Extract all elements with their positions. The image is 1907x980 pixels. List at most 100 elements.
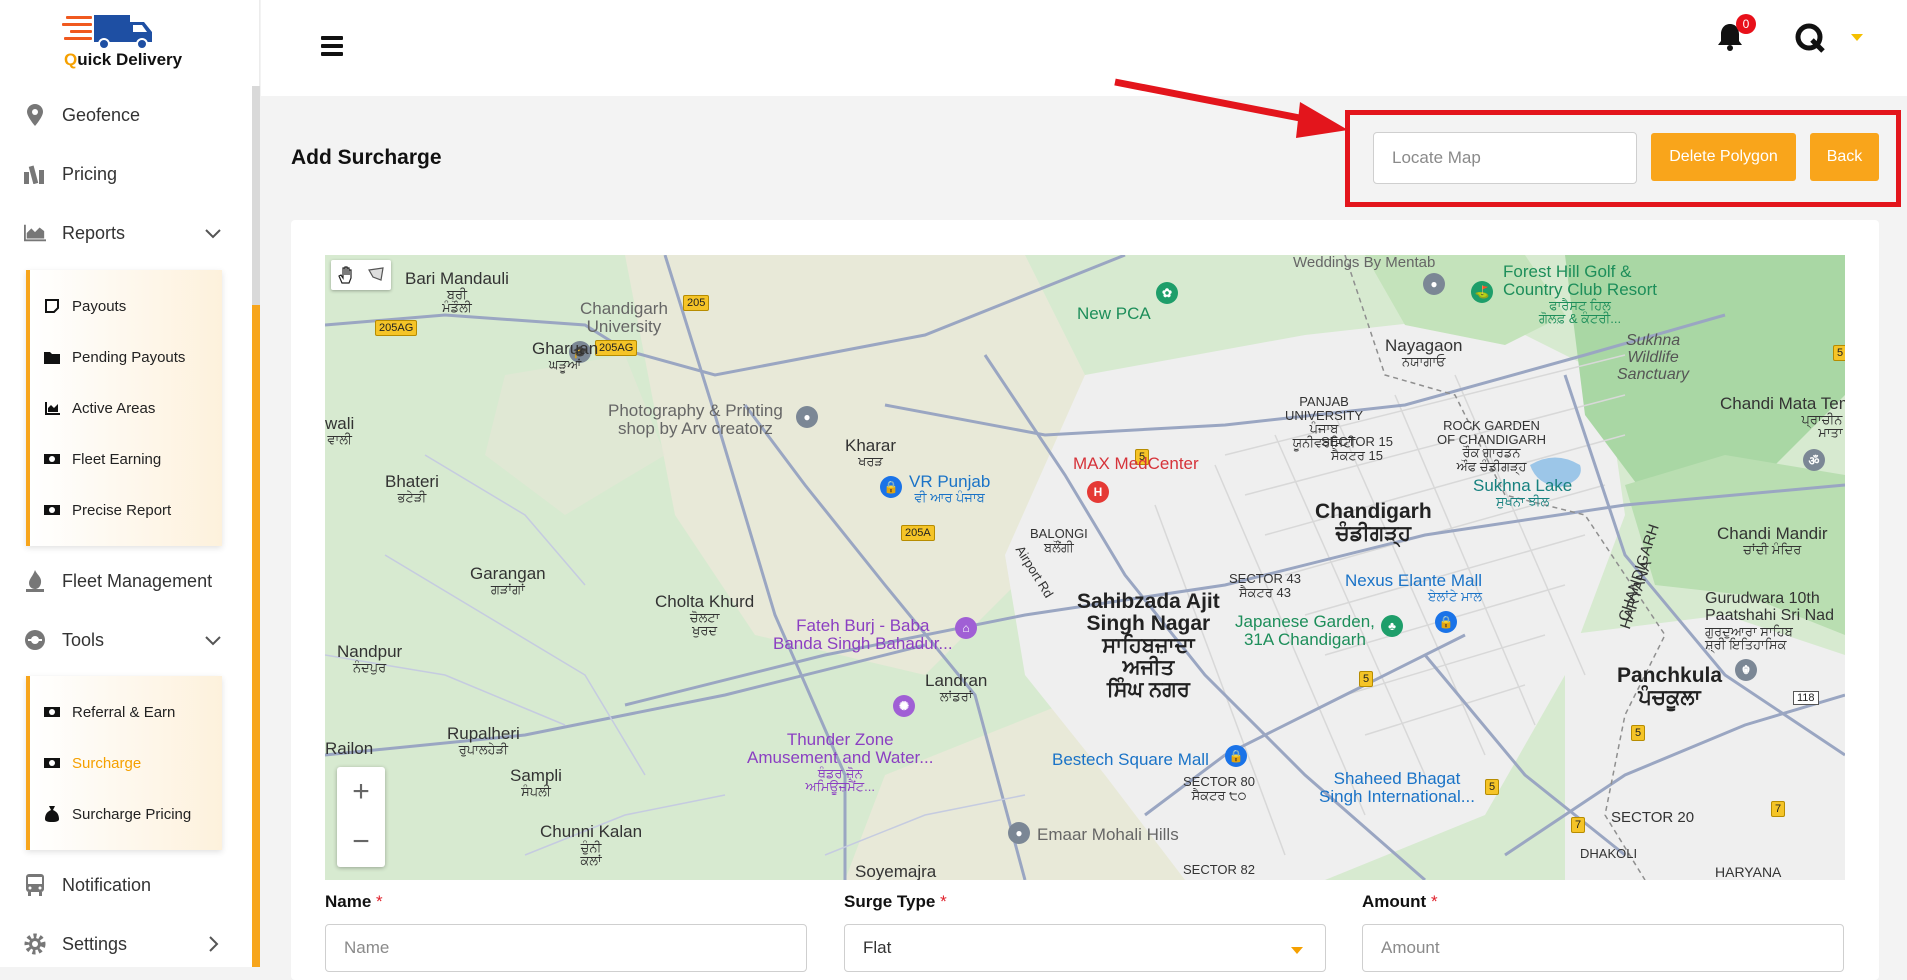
map-label: Bestech Square Mall	[1052, 750, 1209, 769]
map-label: Shaheed Bhagat Singh International...	[1319, 769, 1475, 806]
map-label: Landran ਲਾਂਡਰਾਂ	[925, 671, 988, 704]
map-label: Chandigarh ਚੰਡੀਗੜ੍ਹ	[1315, 500, 1432, 546]
map-label: HARYANA	[1715, 864, 1782, 880]
folder-icon	[44, 349, 60, 365]
map-label: Photography & Printing shop by Arv creat…	[608, 401, 783, 438]
golf-pin-icon[interactable]: ⛳	[1471, 281, 1493, 303]
map-label: Chandi Mandir ਚਾਂਦੀ ਮੰਦਿਰ	[1717, 524, 1828, 557]
nav-label: Pricing	[62, 163, 118, 184]
map-label: MAX MedCenter	[1073, 454, 1199, 473]
zoom-out-button[interactable]: −	[337, 817, 385, 867]
map-label: Sukhna Wildlife Sanctuary	[1617, 332, 1690, 383]
surge-type-label: Surge Type *	[844, 892, 947, 911]
submenu-precise-report[interactable]: Precise Report	[44, 498, 171, 522]
map-label: Nayagaon ਨਯਾਗਾਓ	[1385, 336, 1463, 369]
map-label: Weddings By Mentab	[1293, 255, 1436, 271]
avatar[interactable]	[1794, 22, 1826, 54]
page-title: Add Surcharge	[291, 146, 442, 169]
map-label: New PCA	[1077, 304, 1151, 323]
map-label: Chunni Kalan ਚੁੰਨੀ ਕਲਾਂ	[540, 822, 643, 869]
poi-pin-icon[interactable]: ●	[1423, 273, 1445, 295]
map-label: SECTOR 82	[1183, 862, 1256, 877]
nav-fleet-management[interactable]: Fleet Management	[0, 558, 250, 604]
submenu-surcharge-pricing[interactable]: Surcharge Pricing	[44, 802, 191, 826]
profile-dropdown-caret-icon[interactable]	[1851, 34, 1863, 41]
nav-reports[interactable]: Reports	[0, 210, 250, 256]
nav-tools[interactable]: Tools	[0, 617, 250, 663]
road-shield: 205	[683, 295, 710, 311]
map-label: Railon	[325, 739, 374, 758]
topbar: 0	[261, 0, 1907, 96]
temple-pin-icon[interactable]: ॐ	[1803, 449, 1825, 471]
surge-type-select[interactable]: Flat	[844, 924, 1326, 972]
poi-pin-icon[interactable]: ●	[1008, 822, 1030, 844]
map-label: VR Punjab ਵੀ ਆਰ ਪੰਜਾਬ	[909, 472, 991, 505]
chart-area-icon	[24, 222, 46, 244]
road-shield: 5	[1631, 725, 1646, 741]
amusement-pin-icon[interactable]: ✺	[893, 695, 915, 717]
map-label: Fateh Burj - Baba Banda Singh Bahadur...	[773, 616, 953, 653]
map-drawing-toolbar	[331, 260, 391, 290]
park-pin-icon[interactable]: ♣	[1381, 615, 1403, 637]
submenu-surcharge[interactable]: Surcharge	[44, 751, 141, 775]
money-icon	[44, 704, 60, 720]
road-shield: 5	[1833, 345, 1845, 361]
hand-pan-icon[interactable]	[331, 260, 361, 290]
road-shield: 7	[1771, 801, 1786, 817]
hamburger-menu-icon[interactable]	[321, 36, 343, 56]
nav-notification[interactable]: Notification	[0, 862, 250, 908]
map-label: Nandpur ਨੰਦਪੁਰ	[337, 642, 403, 675]
amount-input[interactable]	[1362, 924, 1844, 972]
fleet-icon	[24, 570, 46, 592]
submenu-referral-earn[interactable]: Referral & Earn	[44, 700, 175, 724]
map-label: Bari Mandauli ਬਰੀ ਮੰਡੌਲੀ	[405, 269, 509, 316]
gurudwara-pin-icon[interactable]: ☬	[1735, 659, 1757, 681]
map-label: Cholta Khurd ਚੋਲਟਾ ਖੁਰਦ	[655, 592, 755, 639]
map-label: Sahibzada Ajit Singh Nagar ਸਾਹਿਬਜ਼ਾਦਾ ਅਜੀ…	[1077, 590, 1220, 702]
submenu-pending-payouts[interactable]: Pending Payouts	[44, 345, 185, 369]
chart-icon	[44, 400, 60, 416]
location-pin-icon	[24, 104, 46, 126]
hospital-pin-icon[interactable]: H	[1087, 481, 1109, 503]
name-input[interactable]	[325, 924, 807, 972]
sports-pin-icon[interactable]: ✿	[1156, 282, 1178, 304]
shopping-pin-icon[interactable]: 🔒	[880, 476, 902, 498]
map-label: ROCK GARDEN OF CHANDIGARH ਰੌਕ ਗਾਰਡਨ ਔਫ ਚੰ…	[1437, 418, 1547, 474]
submenu-payouts[interactable]: Payouts	[44, 294, 126, 318]
map-label: Forest Hill Golf & Country Club Resort ਫਾ…	[1503, 262, 1658, 327]
road-shield: 5	[1359, 671, 1374, 687]
chevron-down-icon[interactable]	[204, 224, 222, 242]
zoom-in-button[interactable]: +	[337, 767, 385, 817]
tools-submenu: Referral & Earn Surcharge Surcharge Pric…	[26, 676, 222, 850]
monument-pin-icon[interactable]: ⌂	[955, 617, 977, 639]
nav-label: Reports	[62, 222, 126, 243]
map-label: Chandi Mata Templeਪ੍ਰਾਚੀਨ ਚਣਡੀ ਮਾਤਾ ਮੰਦਿ…	[1720, 394, 1845, 441]
reports-submenu: Payouts Pending Payouts Active Areas Fle…	[26, 270, 222, 546]
chevron-down-icon[interactable]	[204, 631, 222, 649]
poi-pin-icon[interactable]: ●	[796, 406, 818, 428]
nav-pricing[interactable]: Pricing	[0, 151, 250, 197]
app-logo[interactable]: Quick Delivery	[60, 10, 200, 74]
map-label: BALONGI ਬਲੌਂਗੀ	[1030, 526, 1088, 555]
chevron-right-icon[interactable]	[204, 935, 222, 953]
pricing-icon	[24, 163, 46, 185]
polygon-draw-icon[interactable]	[361, 260, 391, 290]
amount-label: Amount *	[1362, 892, 1438, 911]
nav-geofence[interactable]: Geofence	[0, 92, 250, 138]
map-label: Sampli ਸੰਪਲੀ	[510, 766, 562, 799]
map-label: SECTOR 43 ਸੈਕਟਰ 43	[1229, 571, 1302, 600]
map-canvas[interactable]: 205AG 205AG 205 205A 5 5 5 5 5 7 7 118 🎓…	[325, 255, 1845, 880]
money-icon	[44, 502, 60, 518]
map-label: Rupalheri ਰੁਪਾਲਹੇੜੀ	[447, 724, 520, 757]
nav-label: Notification	[62, 874, 152, 895]
submenu-fleet-earning[interactable]: Fleet Earning	[44, 447, 161, 471]
map-label: wali ਵਾਲੀ	[325, 414, 355, 447]
nav-label: Geofence	[62, 104, 141, 125]
sidebar-scrollbar-thumb[interactable]	[252, 305, 260, 967]
submenu-active-areas[interactable]: Active Areas	[44, 396, 155, 420]
nav-settings[interactable]: Settings	[0, 921, 250, 967]
name-label: Name *	[325, 892, 383, 911]
shopping-pin-icon[interactable]: 🔒	[1435, 611, 1457, 633]
map-label: SECTOR 15 ਸੈਕਟਰ 15	[1321, 434, 1394, 463]
shopping-pin-icon[interactable]: 🔒	[1225, 745, 1247, 767]
